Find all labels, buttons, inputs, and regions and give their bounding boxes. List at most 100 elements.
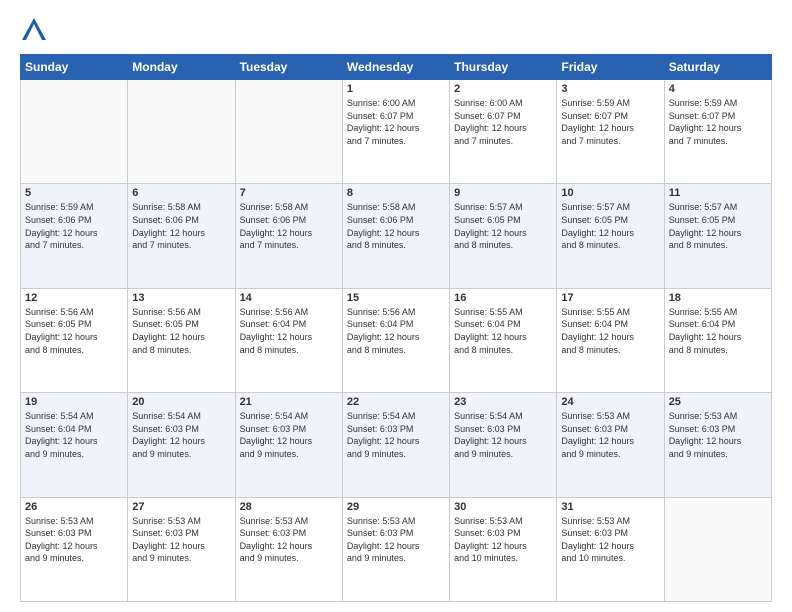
day-number: 1: [347, 83, 445, 95]
day-number: 14: [240, 292, 338, 304]
day-info: Sunrise: 5:59 AM Sunset: 6:07 PM Dayligh…: [561, 97, 659, 147]
week-row-1: 1 Sunrise: 6:00 AM Sunset: 6:07 PM Daylig…: [21, 80, 772, 184]
day-number: 8: [347, 187, 445, 199]
day-number: 13: [132, 292, 230, 304]
calendar-cell: [128, 80, 235, 184]
day-info: Sunrise: 5:53 AM Sunset: 6:03 PM Dayligh…: [240, 515, 338, 565]
weekday-header-thursday: Thursday: [450, 55, 557, 80]
calendar-cell: 4 Sunrise: 5:59 AM Sunset: 6:07 PM Daylig…: [664, 80, 771, 184]
day-info: Sunrise: 5:54 AM Sunset: 6:04 PM Dayligh…: [25, 410, 123, 460]
calendar-table: SundayMondayTuesdayWednesdayThursdayFrid…: [20, 54, 772, 602]
day-number: 28: [240, 501, 338, 513]
day-number: 23: [454, 396, 552, 408]
day-number: 10: [561, 187, 659, 199]
calendar-cell: 11 Sunrise: 5:57 AM Sunset: 6:05 PM Dayli…: [664, 184, 771, 288]
weekday-header-saturday: Saturday: [664, 55, 771, 80]
calendar-cell: 31 Sunrise: 5:53 AM Sunset: 6:03 PM Dayli…: [557, 497, 664, 601]
calendar-cell: 18Sunrise: 5:55 AM Sunset: 6:04 PM Dayli…: [664, 288, 771, 392]
calendar-cell: 29 Sunrise: 5:53 AM Sunset: 6:03 PM Dayli…: [342, 497, 449, 601]
day-number: 7: [240, 187, 338, 199]
day-number: 26: [25, 501, 123, 513]
calendar-cell: 20 Sunrise: 5:54 AM Sunset: 6:03 PM Dayli…: [128, 393, 235, 497]
day-number: 9: [454, 187, 552, 199]
calendar-cell: 23 Sunrise: 5:54 AM Sunset: 6:03 PM Dayli…: [450, 393, 557, 497]
week-row-3: 12 Sunrise: 5:56 AM Sunset: 6:05 PM Dayli…: [21, 288, 772, 392]
calendar-cell: 21Sunrise: 5:54 AM Sunset: 6:03 PM Dayli…: [235, 393, 342, 497]
day-number: 5: [25, 187, 123, 199]
day-info: Sunrise: 5:53 AM Sunset: 6:03 PM Dayligh…: [454, 515, 552, 565]
day-info: Sunrise: 5:53 AM Sunset: 6:03 PM Dayligh…: [132, 515, 230, 565]
day-info: Sunrise: 5:53 AM Sunset: 6:03 PM Dayligh…: [561, 515, 659, 565]
calendar-cell: 7 Sunrise: 5:58 AM Sunset: 6:06 PM Daylig…: [235, 184, 342, 288]
logo-icon: [20, 16, 48, 44]
calendar-cell: 19 Sunrise: 5:54 AM Sunset: 6:04 PM Dayli…: [21, 393, 128, 497]
day-info: Sunrise: 5:58 AM Sunset: 6:06 PM Dayligh…: [240, 201, 338, 251]
calendar-cell: 6 Sunrise: 5:58 AM Sunset: 6:06 PM Daylig…: [128, 184, 235, 288]
calendar-cell: 9 Sunrise: 5:57 AM Sunset: 6:05 PM Daylig…: [450, 184, 557, 288]
day-number: 16: [454, 292, 552, 304]
calendar-cell: 8 Sunrise: 5:58 AM Sunset: 6:06 PM Daylig…: [342, 184, 449, 288]
day-number: 11: [669, 187, 767, 199]
calendar-cell: 24 Sunrise: 5:53 AM Sunset: 6:03 PM Dayli…: [557, 393, 664, 497]
calendar-cell: 2Sunrise: 6:00 AM Sunset: 6:07 PM Daylig…: [450, 80, 557, 184]
day-info: Sunrise: 6:00 AM Sunset: 6:07 PM Dayligh…: [454, 97, 552, 147]
day-number: 30: [454, 501, 552, 513]
day-info: Sunrise: 5:54 AM Sunset: 6:03 PM Dayligh…: [240, 410, 338, 460]
day-info: Sunrise: 5:54 AM Sunset: 6:03 PM Dayligh…: [132, 410, 230, 460]
day-info: Sunrise: 5:56 AM Sunset: 6:04 PM Dayligh…: [347, 306, 445, 356]
calendar-cell: 25Sunrise: 5:53 AM Sunset: 6:03 PM Dayli…: [664, 393, 771, 497]
weekday-header-monday: Monday: [128, 55, 235, 80]
day-number: 15: [347, 292, 445, 304]
calendar-cell: [235, 80, 342, 184]
day-info: Sunrise: 6:00 AM Sunset: 6:07 PM Dayligh…: [347, 97, 445, 147]
calendar-cell: 22Sunrise: 5:54 AM Sunset: 6:03 PM Dayli…: [342, 393, 449, 497]
calendar-cell: 1 Sunrise: 6:00 AM Sunset: 6:07 PM Daylig…: [342, 80, 449, 184]
calendar-cell: 10Sunrise: 5:57 AM Sunset: 6:05 PM Dayli…: [557, 184, 664, 288]
day-number: 29: [347, 501, 445, 513]
day-number: 25: [669, 396, 767, 408]
logo: [20, 16, 52, 44]
calendar-cell: 27 Sunrise: 5:53 AM Sunset: 6:03 PM Dayli…: [128, 497, 235, 601]
day-number: 24: [561, 396, 659, 408]
calendar-cell: 17 Sunrise: 5:55 AM Sunset: 6:04 PM Dayli…: [557, 288, 664, 392]
day-number: 17: [561, 292, 659, 304]
day-info: Sunrise: 5:59 AM Sunset: 6:06 PM Dayligh…: [25, 201, 123, 251]
calendar-cell: 14 Sunrise: 5:56 AM Sunset: 6:04 PM Dayli…: [235, 288, 342, 392]
day-info: Sunrise: 5:57 AM Sunset: 6:05 PM Dayligh…: [669, 201, 767, 251]
day-number: 20: [132, 396, 230, 408]
day-info: Sunrise: 5:53 AM Sunset: 6:03 PM Dayligh…: [561, 410, 659, 460]
calendar-cell: 15 Sunrise: 5:56 AM Sunset: 6:04 PM Dayli…: [342, 288, 449, 392]
day-info: Sunrise: 5:54 AM Sunset: 6:03 PM Dayligh…: [454, 410, 552, 460]
day-info: Sunrise: 5:55 AM Sunset: 6:04 PM Dayligh…: [669, 306, 767, 356]
day-info: Sunrise: 5:53 AM Sunset: 6:03 PM Dayligh…: [25, 515, 123, 565]
week-row-2: 5 Sunrise: 5:59 AM Sunset: 6:06 PM Daylig…: [21, 184, 772, 288]
calendar-cell: [21, 80, 128, 184]
calendar-cell: 12 Sunrise: 5:56 AM Sunset: 6:05 PM Dayli…: [21, 288, 128, 392]
weekday-header-friday: Friday: [557, 55, 664, 80]
weekday-header-wednesday: Wednesday: [342, 55, 449, 80]
day-number: 22: [347, 396, 445, 408]
page: SundayMondayTuesdayWednesdayThursdayFrid…: [0, 0, 792, 612]
day-info: Sunrise: 5:58 AM Sunset: 6:06 PM Dayligh…: [132, 201, 230, 251]
day-number: 6: [132, 187, 230, 199]
day-number: 27: [132, 501, 230, 513]
day-info: Sunrise: 5:56 AM Sunset: 6:05 PM Dayligh…: [25, 306, 123, 356]
calendar-cell: 5 Sunrise: 5:59 AM Sunset: 6:06 PM Daylig…: [21, 184, 128, 288]
day-info: Sunrise: 5:59 AM Sunset: 6:07 PM Dayligh…: [669, 97, 767, 147]
calendar-cell: 28 Sunrise: 5:53 AM Sunset: 6:03 PM Dayli…: [235, 497, 342, 601]
week-row-5: 26 Sunrise: 5:53 AM Sunset: 6:03 PM Dayli…: [21, 497, 772, 601]
calendar-cell: 3Sunrise: 5:59 AM Sunset: 6:07 PM Daylig…: [557, 80, 664, 184]
day-info: Sunrise: 5:58 AM Sunset: 6:06 PM Dayligh…: [347, 201, 445, 251]
day-info: Sunrise: 5:55 AM Sunset: 6:04 PM Dayligh…: [454, 306, 552, 356]
week-row-4: 19 Sunrise: 5:54 AM Sunset: 6:04 PM Dayli…: [21, 393, 772, 497]
day-info: Sunrise: 5:57 AM Sunset: 6:05 PM Dayligh…: [454, 201, 552, 251]
day-info: Sunrise: 5:56 AM Sunset: 6:05 PM Dayligh…: [132, 306, 230, 356]
day-number: 4: [669, 83, 767, 95]
day-number: 31: [561, 501, 659, 513]
day-number: 12: [25, 292, 123, 304]
day-number: 19: [25, 396, 123, 408]
day-info: Sunrise: 5:53 AM Sunset: 6:03 PM Dayligh…: [347, 515, 445, 565]
weekday-header-tuesday: Tuesday: [235, 55, 342, 80]
day-info: Sunrise: 5:55 AM Sunset: 6:04 PM Dayligh…: [561, 306, 659, 356]
day-info: Sunrise: 5:56 AM Sunset: 6:04 PM Dayligh…: [240, 306, 338, 356]
